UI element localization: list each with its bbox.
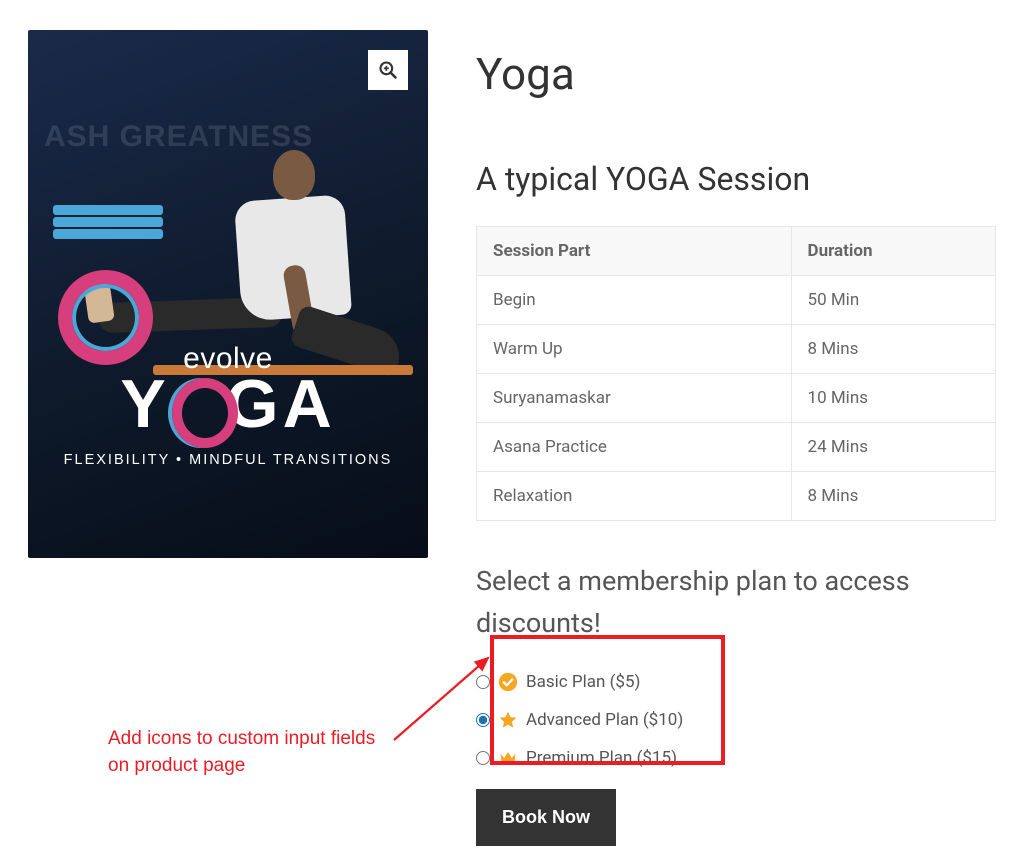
membership-heading: Select a membership plan to access disco… <box>476 561 996 645</box>
page-title: Yoga <box>476 48 996 100</box>
plan-basic-radio[interactable] <box>476 675 490 689</box>
logo-big-2: GA <box>226 366 336 442</box>
product-image[interactable]: ASH GREATNESS evolve YOGA <box>28 30 428 558</box>
check-circle-icon <box>498 672 518 692</box>
table-row: Begin 50 Min <box>477 276 996 325</box>
image-logo: evolve YOGA FLEXIBILITY • MINDFUL TRANSI… <box>28 342 428 468</box>
plan-basic[interactable]: Basic Plan ($5) <box>476 663 996 701</box>
crown-icon <box>498 748 518 768</box>
table-row: Relaxation 8 Mins <box>477 472 996 521</box>
col-session-part: Session Part <box>477 227 792 276</box>
logo-o-icon: O <box>170 370 226 438</box>
table-row: Suryanamaskar 10 Mins <box>477 374 996 423</box>
logo-tagline: FLEXIBILITY • MINDFUL TRANSITIONS <box>28 452 428 468</box>
annotation-text: Add icons to custom input fields on prod… <box>108 726 375 779</box>
col-duration: Duration <box>791 227 995 276</box>
star-icon <box>498 710 518 730</box>
plan-basic-label: Basic Plan ($5) <box>526 672 640 692</box>
plan-premium-label: Premium Plan ($15) <box>526 748 677 768</box>
zoom-button[interactable] <box>368 50 408 90</box>
plan-advanced-label: Advanced Plan ($10) <box>526 710 683 730</box>
plan-advanced[interactable]: Advanced Plan ($10) <box>476 701 996 739</box>
book-now-button[interactable]: Book Now <box>476 789 616 846</box>
membership-plans: Basic Plan ($5) Advanced Plan ($10) <box>476 663 996 777</box>
zoom-in-icon <box>378 60 398 80</box>
plan-premium[interactable]: Premium Plan ($15) <box>476 739 996 777</box>
plan-premium-radio[interactable] <box>476 751 490 765</box>
table-row: Asana Practice 24 Mins <box>477 423 996 472</box>
session-heading: A typical YOGA Session <box>476 160 996 198</box>
plan-advanced-radio[interactable] <box>476 713 490 727</box>
session-table: Session Part Duration Begin 50 Min Warm … <box>476 226 996 521</box>
table-row: Warm Up 8 Mins <box>477 325 996 374</box>
logo-big-1: Y <box>120 366 169 442</box>
